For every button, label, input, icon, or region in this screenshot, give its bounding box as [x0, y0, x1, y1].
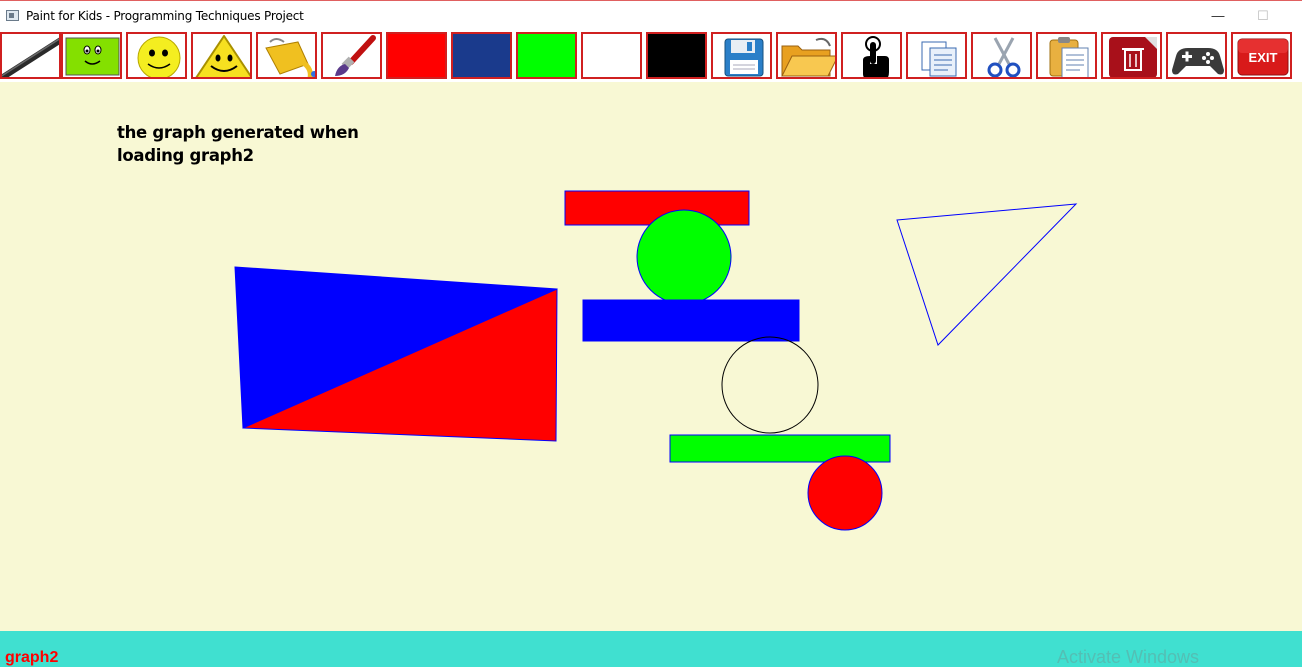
scissors-icon — [987, 37, 1021, 77]
drawing-canvas[interactable]: the graph generated when loading graph2 — [0, 82, 1302, 631]
line-icon — [2, 37, 59, 77]
paste-button[interactable] — [1036, 32, 1097, 79]
triangle-tool-button[interactable] — [191, 32, 252, 79]
rectangle-tool-button[interactable] — [61, 32, 122, 79]
green-rectangle-smiley-icon — [65, 37, 120, 76]
delete-button[interactable] — [1101, 32, 1162, 79]
paste-clipboard-icon — [1049, 37, 1089, 77]
exit-label: EXIT — [1249, 50, 1278, 65]
color-dark-blue-button[interactable] — [451, 32, 512, 79]
green-circle[interactable] — [636, 209, 732, 305]
minimize-button[interactable]: — — [1196, 5, 1240, 29]
trash-icon — [1109, 37, 1157, 77]
cut-button[interactable] — [971, 32, 1032, 79]
paintbrush-icon — [335, 35, 376, 76]
line-tool-button[interactable] — [0, 32, 61, 79]
load-button[interactable] — [776, 32, 837, 79]
brush-tool-button[interactable] — [321, 32, 382, 79]
hand-pointer-icon — [863, 36, 889, 77]
color-red-button[interactable] — [386, 32, 447, 79]
circle-tool-button[interactable] — [126, 32, 187, 79]
save-button[interactable] — [711, 32, 772, 79]
toolbar: EXIT — [0, 31, 1302, 82]
status-message: graph2 — [5, 649, 59, 666]
yellow-triangle-smiley-icon — [195, 35, 250, 77]
title-bar: Paint for Kids - Programming Techniques … — [0, 0, 1302, 31]
fill-tool-button[interactable] — [256, 32, 317, 79]
select-button[interactable] — [841, 32, 902, 79]
exit-icon: EXIT — [1237, 38, 1289, 76]
drawn-shapes — [234, 190, 1078, 531]
exit-button[interactable]: EXIT — [1231, 32, 1292, 79]
app-icon — [6, 10, 19, 21]
activation-watermark: Activate Windows — [1057, 647, 1200, 667]
blue-rectangle[interactable] — [582, 299, 800, 342]
yellow-circle-smiley-icon — [137, 36, 181, 77]
color-green-button[interactable] — [516, 32, 577, 79]
color-white-button[interactable] — [581, 32, 642, 79]
outlined-triangle[interactable] — [896, 203, 1078, 346]
status-bar: graph2 Activate Windows — [0, 631, 1302, 667]
copy-button[interactable] — [906, 32, 967, 79]
floppy-disk-icon — [724, 38, 764, 77]
gamepad-icon — [1172, 48, 1224, 75]
open-folder-icon — [781, 37, 835, 77]
copy-icon — [921, 41, 957, 77]
window-title: Paint for Kids - Programming Techniques … — [26, 9, 304, 23]
color-black-button[interactable] — [646, 32, 707, 79]
maximize-button[interactable]: ☐ — [1241, 5, 1285, 29]
outlined-circle[interactable] — [721, 336, 819, 434]
play-mode-button[interactable] — [1166, 32, 1227, 79]
paint-bucket-icon — [265, 38, 315, 77]
red-circle[interactable] — [807, 455, 883, 531]
